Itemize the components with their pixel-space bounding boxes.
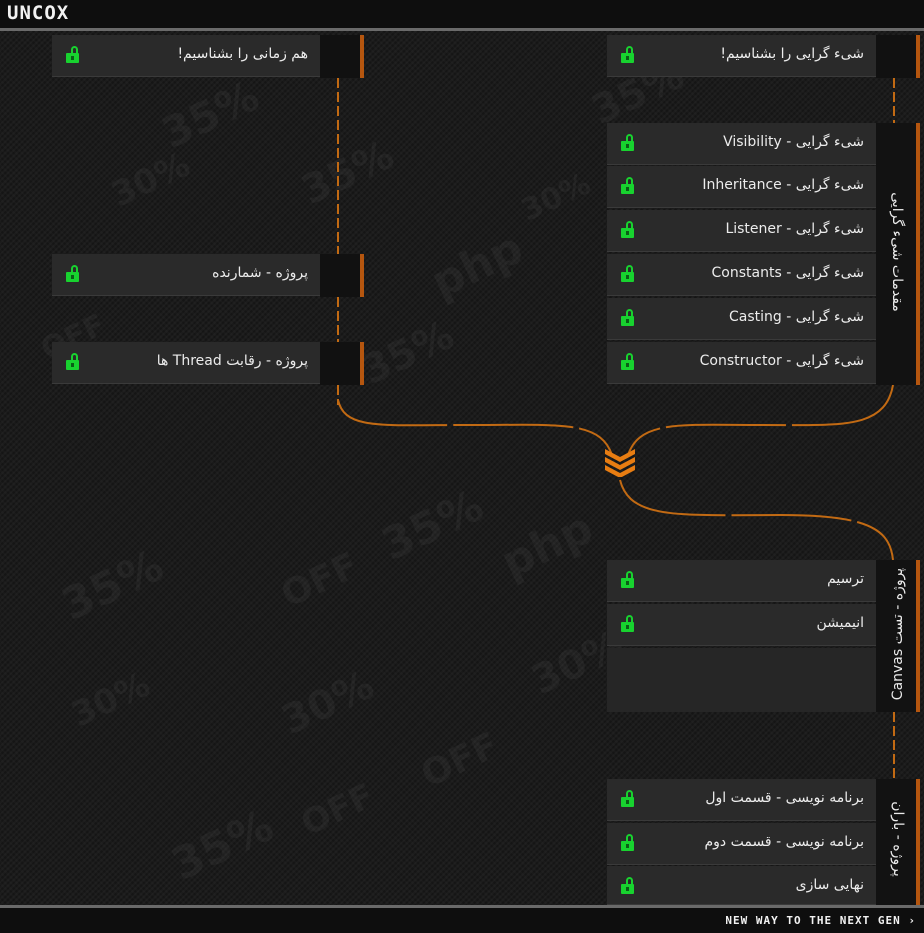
unlocked-lock-icon (621, 221, 637, 239)
unlocked-lock-icon (66, 353, 82, 371)
unlocked-lock-icon (621, 46, 637, 64)
group-label: مقدمات شیء گرایی (889, 192, 905, 312)
lesson-group: پروژه - باران (876, 779, 920, 905)
group-label: پروژه - باران (890, 801, 906, 877)
lesson-group: مقدمات شیء گرایی (876, 123, 920, 385)
lesson-item[interactable]: انیمیشن (607, 604, 876, 646)
lesson-item[interactable]: ترسیم (607, 560, 876, 602)
lesson-title: برنامه نویسی - قسمت اول (705, 790, 864, 806)
unlocked-lock-icon (66, 46, 82, 64)
unlocked-lock-icon (66, 265, 82, 283)
unlocked-lock-icon (621, 615, 637, 633)
unlocked-lock-icon (621, 309, 637, 327)
unlocked-lock-icon (621, 353, 637, 371)
lesson-item[interactable]: پروژه - شمارنده (52, 254, 320, 296)
lesson-item[interactable]: شیء گرایی - Listener (607, 210, 876, 252)
lesson-item[interactable]: شیء گرایی - Constants (607, 254, 876, 296)
lesson-item[interactable]: شیء گرایی - Constructor (607, 342, 876, 384)
unlocked-lock-icon (621, 265, 637, 283)
lesson-title: شیء گرایی - Visibility (723, 134, 864, 150)
lesson-group: پروژه - تست Canvas (876, 560, 920, 712)
lesson-item[interactable]: هم زمانی را بشناسیم! (52, 35, 320, 77)
lesson-title: نهایی سازی (795, 877, 864, 893)
lesson-item[interactable]: برنامه نویسی - قسمت اول (607, 779, 876, 821)
merge-chevrons-icon (605, 449, 635, 477)
lesson-title: شیء گرایی را بشناسیم! (720, 46, 864, 62)
empty-panel (607, 648, 876, 712)
lesson-title: شیء گرایی - Constructor (699, 353, 864, 369)
lesson-title: پروژه - شمارنده (212, 265, 308, 281)
footer-tagline[interactable]: NEW WAY TO THE NEXT GEN › (725, 914, 916, 927)
lesson-connector-tab (320, 342, 364, 385)
lesson-title: شیء گرایی - Inheritance (702, 177, 864, 193)
unlocked-lock-icon (621, 571, 637, 589)
lesson-item[interactable]: نهایی سازی (607, 866, 876, 905)
bottom-bar: NEW WAY TO THE NEXT GEN › (0, 905, 924, 933)
lesson-item[interactable]: شیء گرایی - Casting (607, 298, 876, 340)
lesson-title: انیمیشن (816, 615, 864, 631)
lesson-title: شیء گرایی - Listener (725, 221, 864, 237)
unlocked-lock-icon (621, 134, 637, 152)
lesson-title: برنامه نویسی - قسمت دوم (704, 834, 864, 850)
lesson-connector-tab (320, 254, 364, 297)
unlocked-lock-icon (621, 834, 637, 852)
lesson-title: شیء گرایی - Constants (711, 265, 864, 281)
unlocked-lock-icon (621, 177, 637, 195)
lesson-item[interactable]: پروژه - رقابت Thread ها (52, 342, 320, 384)
lesson-title: ترسیم (827, 571, 864, 587)
lesson-title: شیء گرایی - Casting (728, 309, 864, 325)
lesson-connector-tab (320, 35, 364, 78)
lesson-title: پروژه - رقابت Thread ها (156, 353, 308, 369)
lesson-item[interactable]: شیء گرایی - Inheritance (607, 166, 876, 208)
group-label: پروژه - تست Canvas (890, 567, 906, 701)
lesson-item[interactable]: شیء گرایی - Visibility (607, 123, 876, 165)
unlocked-lock-icon (621, 877, 637, 895)
unlocked-lock-icon (621, 790, 637, 808)
lesson-connector-tab (876, 35, 920, 78)
lesson-title: هم زمانی را بشناسیم! (177, 46, 308, 62)
lesson-item[interactable]: شیء گرایی را بشناسیم! (607, 35, 876, 77)
lesson-item[interactable]: برنامه نویسی - قسمت دوم (607, 823, 876, 865)
